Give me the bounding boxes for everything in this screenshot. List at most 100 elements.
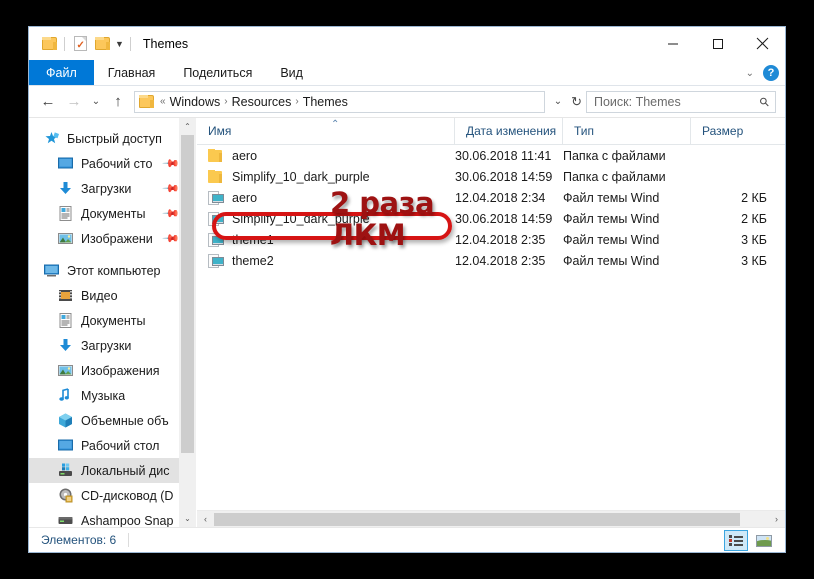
file-name-cell[interactable]: aero <box>197 149 455 163</box>
3d-objects-icon <box>57 412 74 429</box>
back-arrow-icon[interactable]: ← <box>35 89 61 115</box>
scroll-right-icon[interactable]: › <box>768 511 785 528</box>
navigation-list: Быстрый доступ Рабочий сто 📌 Загрузки 📌 <box>29 118 196 527</box>
pin-icon[interactable]: 📌 <box>162 179 181 198</box>
this-pc-icon <box>43 262 60 279</box>
recent-locations-icon[interactable]: ⌄ <box>87 89 105 115</box>
sidebar-item-pictures-qa[interactable]: Изображени 📌 <box>29 226 196 251</box>
column-header-type[interactable]: Тип <box>563 117 691 145</box>
horizontal-scrollbar[interactable]: ‹ › <box>197 510 785 527</box>
sidebar-item-downloads-qa[interactable]: Загрузки 📌 <box>29 176 196 201</box>
table-row-highlighted[interactable]: Simplify_10_dark_purple 30.06.2018 14:59… <box>197 208 785 229</box>
videos-icon <box>57 287 74 304</box>
sidebar-item-pictures[interactable]: Изображения <box>29 358 196 383</box>
minimize-icon[interactable] <box>650 27 695 60</box>
column-header-size[interactable]: Размер <box>691 118 783 145</box>
sidebar-item-3d-objects[interactable]: Объемные объ <box>29 408 196 433</box>
refresh-icon[interactable]: ↻ <box>567 94 586 110</box>
file-size: 2 КБ <box>741 190 767 205</box>
column-header-name[interactable]: Имя <box>197 117 455 145</box>
folder-icon <box>208 170 224 183</box>
sidebar-label: Загрузки <box>81 338 132 353</box>
table-row[interactable]: theme2 12.04.2018 2:35 Файл темы Wind 3 … <box>197 250 785 271</box>
scroll-down-icon[interactable]: ⌄ <box>179 510 196 527</box>
sidebar-item-documents[interactable]: Документы <box>29 308 196 333</box>
table-row[interactable]: aero 12.04.2018 2:34 Файл темы Wind 2 КБ <box>197 187 785 208</box>
address-bar-row: ← → ⌄ ↑ « Windows › Resources › Themes ⌄… <box>29 86 785 117</box>
file-date: 12.04.2018 2:35 <box>455 253 546 268</box>
sidebar-label: Документы <box>81 206 146 221</box>
status-divider <box>128 533 130 547</box>
sidebar-item-ashampoo-snap[interactable]: Ashampoo Snap <box>29 508 196 527</box>
theme-file-icon <box>208 232 224 247</box>
sidebar-label: Объемные объ <box>81 413 169 428</box>
sidebar-item-local-disk[interactable]: Локальный дис <box>29 458 196 483</box>
search-box[interactable]: Поиск: Themes ⚲ <box>586 90 776 113</box>
breadcrumb-windows[interactable]: Windows <box>167 95 224 109</box>
horizontal-scroll-track[interactable] <box>214 511 768 528</box>
tab-file[interactable]: Файл <box>29 60 94 85</box>
file-name-cell[interactable]: Simplify_10_dark_purple <box>197 170 455 184</box>
table-row[interactable]: theme1 12.04.2018 2:35 Файл темы Wind 3 … <box>197 229 785 250</box>
pictures-icon <box>57 362 74 379</box>
pin-icon[interactable]: 📌 <box>162 154 181 173</box>
sidebar-item-desktop[interactable]: Рабочий стол <box>29 433 196 458</box>
horizontal-scroll-thumb[interactable] <box>214 512 740 526</box>
customize-caret-icon[interactable]: ▼ <box>113 39 126 49</box>
scroll-left-icon[interactable]: ‹ <box>197 511 214 528</box>
desktop-icon <box>57 155 74 172</box>
scroll-up-icon[interactable]: ⌃ <box>179 118 196 135</box>
sidebar-item-desktop-qa[interactable]: Рабочий сто 📌 <box>29 151 196 176</box>
breadcrumb-overflow[interactable]: « <box>159 96 167 107</box>
search-input[interactable]: Поиск: Themes <box>594 95 681 109</box>
table-row[interactable]: aero 30.06.2018 11:41 Папка с файлами <box>197 145 785 166</box>
file-name-cell[interactable]: theme1 <box>197 232 455 247</box>
tab-home[interactable]: Главная <box>94 60 170 85</box>
folder-icon <box>208 149 224 162</box>
sidebar-item-cd-drive[interactable]: CD-дисковод (D <box>29 483 196 508</box>
address-dropdown-icon[interactable]: ⌄ <box>549 96 567 107</box>
properties-icon[interactable]: ✓ <box>69 33 91 55</box>
new-folder-icon[interactable] <box>91 33 113 55</box>
sidebar-scrollbar[interactable]: ⌃ ⌄ <box>179 118 196 527</box>
chevron-down-icon[interactable]: ⌄ <box>746 68 754 79</box>
file-name-cell[interactable]: Simplify_10_dark_purple <box>197 211 455 226</box>
sidebar-item-videos[interactable]: Видео <box>29 283 196 308</box>
file-type: Файл темы Wind <box>563 253 660 268</box>
search-icon[interactable]: ⚲ <box>757 93 773 109</box>
up-arrow-icon[interactable]: ↑ <box>105 89 131 115</box>
sidebar-item-documents-qa[interactable]: Документы 📌 <box>29 201 196 226</box>
pin-icon[interactable]: 📌 <box>162 229 181 248</box>
maximize-icon[interactable] <box>695 27 740 60</box>
file-name: theme2 <box>232 253 274 268</box>
sidebar-item-this-pc[interactable]: Этот компьютер <box>29 258 196 283</box>
breadcrumb-resources[interactable]: Resources <box>229 95 295 109</box>
downloads-icon <box>57 180 74 197</box>
documents-icon <box>57 205 74 222</box>
file-name-cell[interactable]: aero <box>197 190 455 205</box>
file-rows: aero 30.06.2018 11:41 Папка с файлами Si… <box>197 145 785 510</box>
table-row[interactable]: Simplify_10_dark_purple 30.06.2018 14:59… <box>197 166 785 187</box>
sidebar-label: Изображени <box>81 231 153 246</box>
file-explorer-window: ✓ ▼ Themes Файл Главная Поделиться Вид ⌄… <box>28 26 786 553</box>
item-count: Элементов: 6 <box>41 533 117 547</box>
breadcrumb-themes[interactable]: Themes <box>300 95 351 109</box>
tab-share[interactable]: Поделиться <box>169 60 266 85</box>
file-name-cell[interactable]: theme2 <box>197 253 455 268</box>
sidebar-scroll-thumb[interactable] <box>181 135 194 453</box>
forward-arrow-icon[interactable]: → <box>61 89 87 115</box>
sidebar-item-music[interactable]: Музыка <box>29 383 196 408</box>
pin-icon[interactable]: 📌 <box>162 204 181 223</box>
sidebar-label: Видео <box>81 288 118 303</box>
close-icon[interactable] <box>740 27 785 60</box>
column-header-date[interactable]: Дата изменения <box>455 117 563 145</box>
large-icons-view-icon[interactable] <box>752 530 776 551</box>
sidebar-item-quick-access[interactable]: Быстрый доступ <box>29 126 196 151</box>
address-bar[interactable]: « Windows › Resources › Themes <box>134 90 545 113</box>
file-type: Папка с файлами <box>563 148 666 163</box>
help-icon[interactable]: ? <box>763 65 779 81</box>
sidebar-item-downloads[interactable]: Загрузки <box>29 333 196 358</box>
tab-view[interactable]: Вид <box>266 60 317 85</box>
details-view-icon[interactable] <box>724 530 748 551</box>
folder-icon[interactable] <box>38 33 60 55</box>
